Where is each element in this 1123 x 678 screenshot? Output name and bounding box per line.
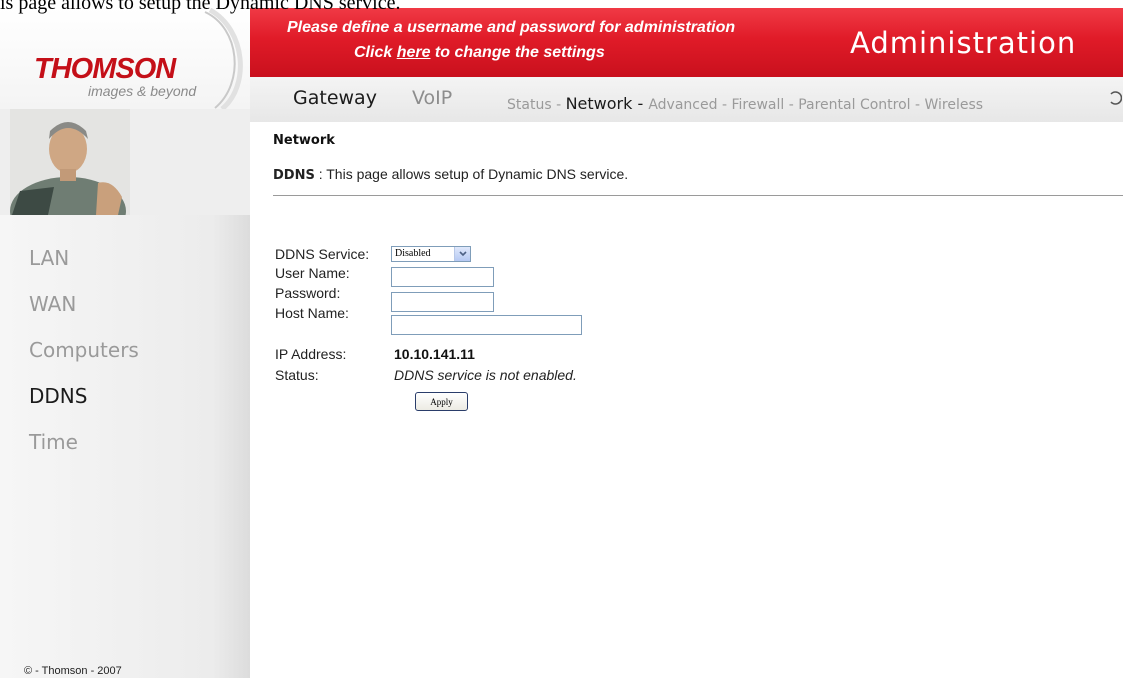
spinner-icon: [1110, 91, 1122, 105]
subnav-parental-control[interactable]: Parental Control: [798, 97, 910, 113]
subnav-separator: -: [910, 97, 925, 113]
divider: [273, 195, 1123, 196]
change-settings-link[interactable]: here: [397, 44, 431, 61]
subnav-status[interactable]: Status: [507, 97, 552, 113]
admin-warning-prefix: Click: [354, 44, 397, 61]
subnav-advanced[interactable]: Advanced: [648, 97, 717, 113]
description-label: DDNS: [273, 168, 315, 183]
copyright-text: © - Thomson - 2007: [24, 665, 122, 677]
subnav-separator: -: [784, 97, 799, 113]
status-label: Status:: [275, 367, 319, 383]
sidebar-nav: LAN WAN Computers DDNS Time: [29, 235, 139, 465]
tab-gateway[interactable]: Gateway: [293, 87, 377, 109]
subnav-separator: -: [632, 94, 649, 113]
chevron-down-icon[interactable]: [454, 247, 470, 261]
password-label: Password:: [275, 285, 341, 301]
subnav-separator: -: [551, 97, 566, 113]
page-title: Administration: [850, 26, 1077, 60]
sidebar-item-lan[interactable]: LAN: [29, 235, 139, 281]
admin-warning-message: Please define a username and password fo…: [287, 19, 736, 36]
password-input[interactable]: [391, 292, 494, 312]
header-banner: Please define a username and password fo…: [250, 8, 1123, 77]
ip-address-label: IP Address:: [275, 346, 347, 362]
sidebar: LAN WAN Computers DDNS Time © - Thomson …: [0, 109, 250, 678]
sidebar-item-wan[interactable]: WAN: [29, 281, 139, 327]
section-title: Network: [273, 133, 335, 148]
page-description: DDNS : This page allows setup of Dynamic…: [273, 166, 628, 183]
main-content: Network DDNS : This page allows setup of…: [273, 122, 1123, 678]
man-with-laptop-image: [0, 109, 250, 215]
ip-address-value: 10.10.141.11: [394, 346, 475, 362]
subnav-separator: -: [717, 97, 732, 113]
ddns-service-label: DDNS Service:: [275, 246, 370, 262]
subnav-firewall[interactable]: Firewall: [731, 97, 784, 113]
host-name-label: Host Name:: [275, 305, 349, 321]
user-name-input[interactable]: [391, 267, 494, 287]
status-value: DDNS service is not enabled.: [394, 367, 577, 383]
subnav-network[interactable]: Network: [566, 94, 633, 113]
logo-tagline: images & beyond: [88, 83, 197, 99]
sidebar-item-ddns[interactable]: DDNS: [29, 373, 139, 419]
thomson-logo[interactable]: THOMSON: [34, 55, 176, 84]
top-nav-bar: Gateway VoIP Status - Network - Advanced…: [250, 77, 1123, 122]
subnav-wireless[interactable]: Wireless: [925, 97, 984, 113]
subnav: Status - Network - Advanced - Firewall -…: [507, 94, 983, 113]
apply-button[interactable]: Apply: [415, 392, 468, 411]
sidebar-photo: [0, 109, 250, 215]
sidebar-item-computers[interactable]: Computers: [29, 327, 139, 373]
host-name-input[interactable]: [391, 315, 582, 335]
cut-off-page-text: is page allows to setup the Dynamic DNS …: [0, 0, 401, 14]
user-name-label: User Name:: [275, 265, 350, 281]
description-text: : This page allows setup of Dynamic DNS …: [314, 166, 629, 182]
tab-voip[interactable]: VoIP: [412, 87, 452, 109]
sidebar-item-time[interactable]: Time: [29, 419, 139, 465]
ddns-service-selected-value: Disabled: [395, 248, 431, 259]
admin-warning-suffix: to change the settings: [430, 44, 605, 61]
admin-warning-line2: Click here to change the settings: [354, 44, 605, 62]
ddns-service-select[interactable]: Disabled: [391, 246, 471, 262]
